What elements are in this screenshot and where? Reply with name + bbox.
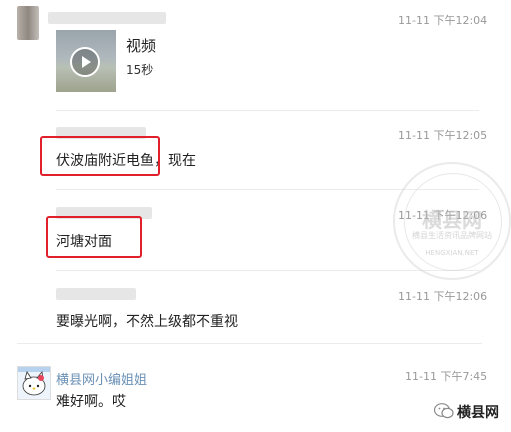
watermark-brand: 横县网 [422, 208, 482, 232]
sender-name[interactable]: 横县网小编姐姐 [56, 369, 147, 388]
message-time: 11-11 下午7:45 [405, 370, 488, 383]
message-text: 要曝光啊，不然上级都不重视 [56, 314, 238, 330]
sender-name-blurred [48, 12, 166, 24]
watermark-tagline: 横县生活资讯品牌网站 [412, 231, 492, 240]
watermark-logo: 横县网 横县生活资讯品牌网站 HENGXIAN.NET [393, 162, 511, 280]
channel-name: 横县网 [457, 405, 499, 421]
sender-name-blurred [56, 288, 136, 300]
video-message-card[interactable]: 视频 15秒 [56, 30, 176, 94]
hello-kitty-avatar-icon [18, 367, 50, 399]
play-icon[interactable] [70, 47, 100, 77]
video-title: 视频 [126, 37, 157, 55]
message-time: 11-11 下午12:05 [398, 129, 488, 142]
video-thumbnail[interactable] [56, 30, 116, 92]
channel-logo: 横县网 [434, 400, 504, 422]
message-text: 难好啊。哎 [56, 394, 126, 410]
message-divider [56, 270, 479, 271]
message-divider [17, 343, 482, 344]
message-time: 11-11 下午12:06 [398, 290, 488, 303]
message-time: 11-11 下午12:04 [398, 14, 488, 27]
highlight-box [40, 136, 160, 176]
avatar[interactable] [17, 6, 39, 40]
watermark-url: HENGXIAN.NET [425, 249, 479, 257]
wechat-icon [434, 403, 454, 419]
video-duration: 15秒 [126, 63, 154, 77]
avatar[interactable] [17, 366, 51, 400]
message-divider [56, 110, 479, 111]
highlight-box [46, 216, 142, 258]
